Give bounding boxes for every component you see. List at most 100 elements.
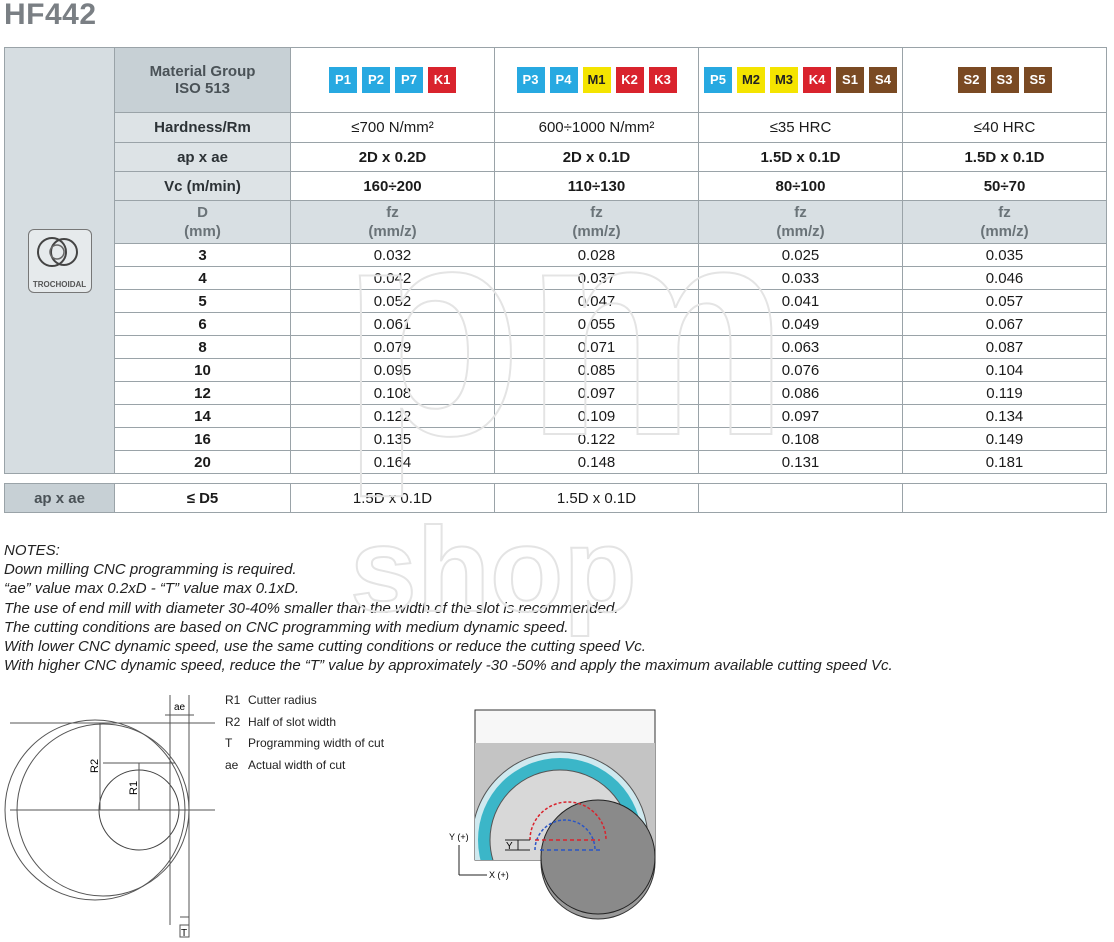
feed-cell: 0.055: [494, 312, 699, 336]
feed-header: fz (mm/z): [494, 200, 699, 244]
ap-ae-value: 2D x 0.2D: [290, 142, 495, 172]
legend-item: ae Actual width of cut: [225, 755, 384, 777]
diameter-cell: 4: [114, 266, 291, 290]
note-line: Down milling CNC programming is required…: [4, 561, 297, 579]
material-badge: K2: [615, 67, 644, 93]
y-axis-label: Y (+): [449, 832, 469, 842]
feed-cell: 0.119: [902, 381, 1107, 405]
material-badge: M3: [770, 67, 798, 93]
r2-label: R2: [89, 759, 101, 773]
diagram-legend: R1 Cutter radius R2 Half of slot width T Prog…: [225, 690, 384, 776]
tool-path-diagram: Y Y (+) X (+): [449, 709, 656, 920]
feed-cell: 0.135: [290, 427, 495, 451]
legend-key: R1: [225, 693, 241, 707]
t-label: T: [181, 928, 187, 939]
feed-header-line2: (mm/z): [368, 223, 417, 240]
diameter-cell: 16: [114, 427, 291, 451]
legend-text: Cutter radius: [248, 693, 317, 707]
trochoidal-geometry-diagram: ae R2 R1 T: [4, 695, 215, 939]
material-badge: S5: [1023, 67, 1052, 93]
table-row: 8 0.079 0.071 0.063 0.087: [5, 335, 1107, 359]
note-line: With higher CNC dynamic speed, reduce th…: [4, 657, 893, 675]
note-line: The cutting conditions are based on CNC …: [4, 618, 569, 636]
material-badge: S1: [836, 67, 864, 93]
feed-cell: 0.035: [902, 243, 1107, 267]
feed-cell: 0.085: [494, 358, 699, 382]
diameter-header-line2: (mm): [184, 223, 221, 240]
diameter-header: D (mm): [114, 200, 291, 244]
hardness-value: ≤40 HRC: [902, 112, 1107, 143]
ap-ae-value: 1.5D x 0.1D: [902, 142, 1107, 172]
feed-cell: 0.131: [698, 450, 903, 474]
cutting-speed-label: Vc (m/min): [114, 171, 291, 201]
feed-cell: 0.049: [698, 312, 903, 336]
table-row: 16 0.135 0.122 0.108 0.149: [5, 427, 1107, 451]
feed-cell: 0.079: [290, 335, 495, 359]
diameter-cell: 8: [114, 335, 291, 359]
feed-cell: 0.149: [902, 427, 1107, 451]
feed-cell: 0.028: [494, 243, 699, 267]
diameter-cell: 20: [114, 450, 291, 474]
diameter-cell: 3: [114, 243, 291, 267]
feed-cell: 0.063: [698, 335, 903, 359]
feed-cell: 0.122: [494, 427, 699, 451]
feed-cell: 0.109: [494, 404, 699, 428]
material-badge: K4: [803, 67, 831, 93]
ap-ae-small-value: 1.5D x 0.1D: [494, 483, 699, 513]
legend-item: R1 Cutter radius: [225, 690, 384, 712]
diameter-cell: 5: [114, 289, 291, 313]
diameter-cell: 6: [114, 312, 291, 336]
feed-header-line1: fz: [998, 204, 1011, 221]
feed-header-line2: (mm/z): [980, 223, 1029, 240]
table-row: 14 0.122 0.109 0.097 0.134: [5, 404, 1107, 428]
feed-cell: 0.108: [290, 381, 495, 405]
feed-cell: 0.046: [902, 266, 1107, 290]
feed-cell: 0.148: [494, 450, 699, 474]
material-badge: P1: [329, 67, 357, 93]
table-row: 20 0.164 0.148 0.131 0.181: [5, 450, 1107, 474]
table-row: 5 0.052 0.047 0.041 0.057: [5, 289, 1107, 313]
feed-cell: 0.076: [698, 358, 903, 382]
material-group-label: Material Group ISO 513: [114, 47, 291, 113]
trochoidal-logo: TROCHOIDAL: [27, 228, 92, 293]
feed-cell: 0.042: [290, 266, 495, 290]
feed-header-line2: (mm/z): [572, 223, 621, 240]
feed-cell: 0.067: [902, 312, 1107, 336]
hardness-value: ≤35 HRC: [698, 112, 903, 143]
material-badge: M1: [582, 67, 611, 93]
x-axis-label: X (+): [489, 870, 509, 880]
feed-cell: 0.032: [290, 243, 495, 267]
diameter-cell: 12: [114, 381, 291, 405]
diameter-cell: 10: [114, 358, 291, 382]
feed-header-line1: fz: [590, 204, 603, 221]
table-row: 12 0.108 0.097 0.086 0.119: [5, 381, 1107, 405]
material-group-badges: P1 P2 P7 K1: [290, 47, 495, 113]
cutting-speed-value: 110÷130: [494, 171, 699, 201]
legend-key: R2: [225, 714, 241, 729]
cutting-speed-value: 50÷70: [902, 171, 1107, 201]
hardness-value: ≤700 N/mm²: [290, 112, 495, 143]
material-badge: P2: [362, 67, 390, 93]
sidebar-cell: TROCHOIDAL: [4, 47, 115, 474]
note-line: “ae” value max 0.2xD - “T” value max 0.1…: [4, 580, 300, 598]
cutting-speed-value: 80÷100: [698, 171, 903, 201]
ap-ae-label: ap x ae: [114, 142, 291, 172]
ae-label: ae: [174, 702, 186, 713]
material-badge: K1: [428, 67, 456, 93]
feed-cell: 0.061: [290, 312, 495, 336]
feed-cell: 0.097: [698, 404, 903, 428]
feed-header: fz (mm/z): [902, 200, 1107, 244]
r1-label: R1: [128, 781, 140, 795]
feed-cell: 0.122: [290, 404, 495, 428]
ap-ae-small-value: 1.5D x 0.1D: [290, 483, 495, 513]
legend-item: T Programming width of cut: [225, 733, 384, 755]
feed-cell: 0.037: [494, 266, 699, 290]
diameter-cell: 14: [114, 404, 291, 428]
material-badge: S4: [869, 67, 897, 93]
feed-header: fz (mm/z): [290, 200, 495, 244]
feed-cell: 0.052: [290, 289, 495, 313]
feed-cell: 0.108: [698, 427, 903, 451]
feed-cell: 0.071: [494, 335, 699, 359]
hardness-value: 600÷1000 N/mm²: [494, 112, 699, 143]
diameter-header-line1: D: [197, 204, 208, 221]
